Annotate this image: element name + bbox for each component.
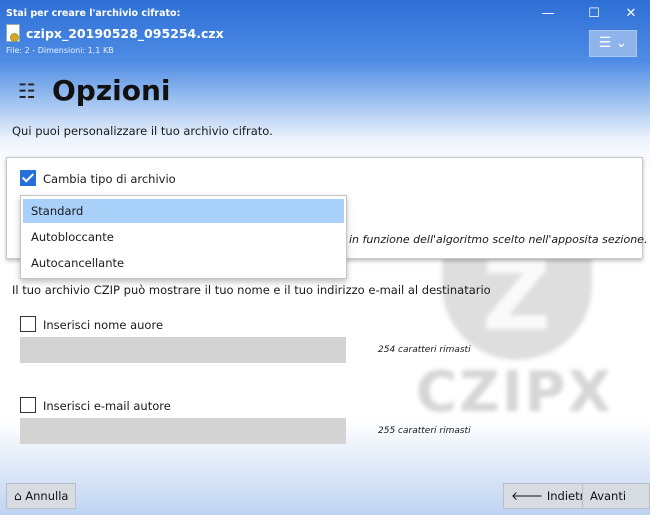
cancel-button[interactable]: ⌂ Annulla <box>6 483 77 509</box>
home-icon: ⌂ <box>14 489 22 503</box>
page-intro: Qui puoi personalizzare il tuo archivio … <box>12 124 273 138</box>
cancel-button-label: Annulla <box>25 489 69 503</box>
author-section-description: Il tuo archivio CZIP può mostrare il tuo… <box>12 283 491 297</box>
hamburger-menu-icon: ☰ ⌄ <box>598 35 628 51</box>
next-button-label: Avanti <box>590 489 627 503</box>
author-email-remaining: 255 caratteri rimasti <box>378 426 471 436</box>
author-name-remaining: 254 caratteri rimasti <box>378 345 471 355</box>
archive-type-note: in funzione dell'algoritmo scelto nell'a… <box>349 233 648 246</box>
maximize-button[interactable]: ☐ <box>583 5 605 23</box>
author-email-label[interactable]: Inserisci e-mail autore <box>43 399 171 413</box>
dropdown-option-autobloccante[interactable]: Autobloccante <box>23 225 344 249</box>
page-title: Opzioni <box>52 74 171 107</box>
author-email-field[interactable] <box>20 418 346 444</box>
window-caption: Stai per creare l'archivio cifrato: <box>6 8 181 19</box>
next-button[interactable]: Avanti 🡒 <box>582 483 650 515</box>
arrow-left-icon: 🡐 <box>511 489 544 503</box>
watermark-text: CZIPX <box>416 360 613 425</box>
archive-type-dropdown[interactable]: Standard Autobloccante Autocancellante <box>20 195 347 279</box>
czipx-watermark-logo: Z CZIPX <box>412 230 642 440</box>
czx-file-icon <box>6 24 20 42</box>
hamburger-menu-button[interactable]: ☰ ⌄ <box>589 30 637 57</box>
author-name-label[interactable]: Inserisci nome auore <box>43 318 163 332</box>
change-archive-type-checkbox[interactable] <box>20 170 36 186</box>
author-name-field[interactable] <box>20 337 346 363</box>
dropdown-option-standard[interactable]: Standard <box>23 199 344 223</box>
author-email-checkbox[interactable] <box>20 397 36 413</box>
author-name-checkbox[interactable] <box>20 316 36 332</box>
title-bar: Stai per creare l'archivio cifrato: — ☐ … <box>0 0 650 28</box>
dropdown-option-autocancellante[interactable]: Autocancellante <box>23 251 344 275</box>
close-button[interactable]: ✕ <box>620 5 642 23</box>
file-meta: File: 2 - Dimensioni: 1,1 KB <box>6 46 114 55</box>
file-name: czipx_20190528_095254.czx <box>26 26 224 41</box>
options-list-icon: ☷ <box>18 79 36 103</box>
minimize-button[interactable]: — <box>537 5 559 23</box>
change-archive-type-label[interactable]: Cambia tipo di archivio <box>43 172 176 186</box>
